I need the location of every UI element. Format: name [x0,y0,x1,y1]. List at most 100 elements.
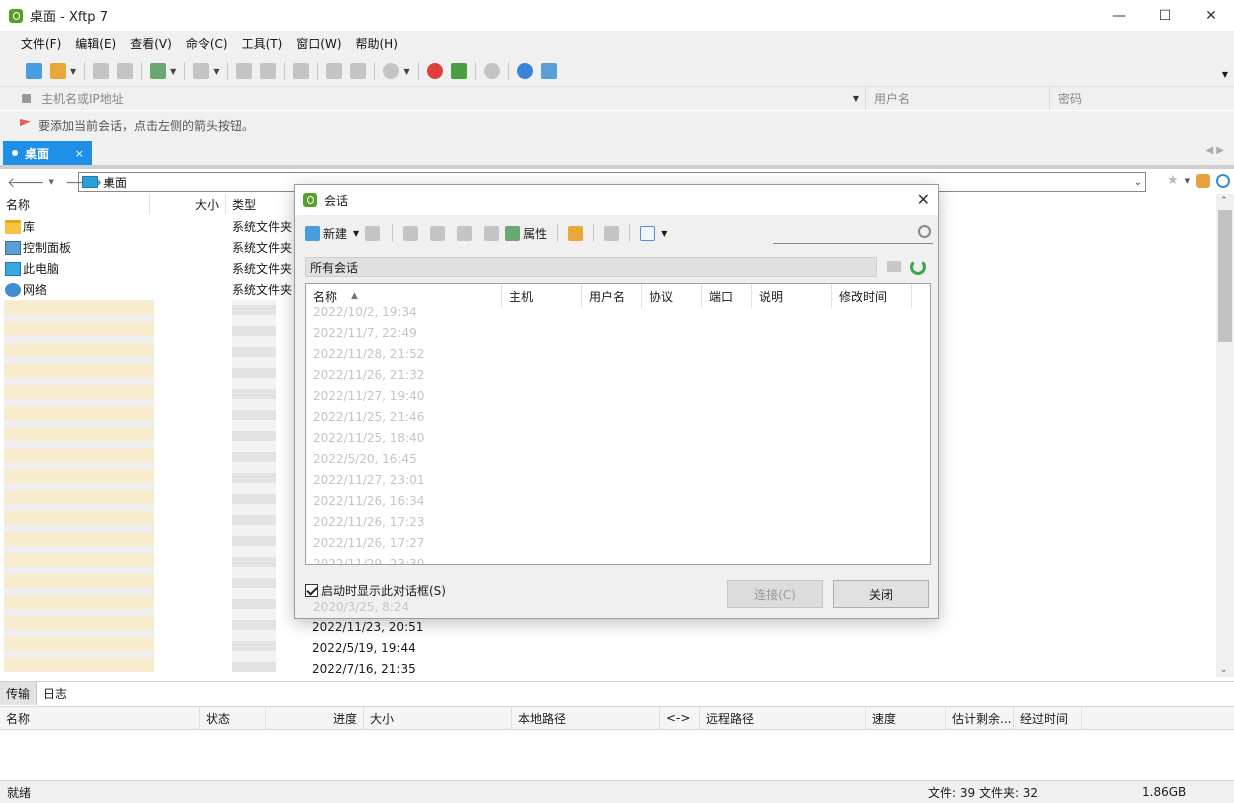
column-host[interactable]: 主机 [502,284,582,308]
chevron-down-icon[interactable]: ▼ [403,67,409,76]
delete-icon[interactable] [484,225,500,241]
column-eta[interactable]: 估计剩余... [946,706,1014,730]
column-modified[interactable]: 修改时间 [832,284,912,308]
xftp-icon[interactable] [450,63,467,79]
home-icon[interactable] [1196,173,1210,188]
connect-button[interactable]: 连接(C) [727,580,823,608]
session-row[interactable]: 2022/11/25, 18:40 [313,427,424,448]
chevron-down-icon[interactable]: ▼ [49,178,54,186]
sync-icon[interactable] [293,63,310,79]
tab-desktop[interactable]: 桌面 × [3,141,92,165]
menu-tools[interactable]: 工具(T) [235,35,290,52]
session-row[interactable]: 2022/11/26, 16:34 [313,490,424,511]
vertical-scrollbar[interactable]: ⌃ ⌄ [1216,194,1234,677]
connect-icon[interactable] [93,63,110,79]
open-folder-icon[interactable] [50,63,66,79]
password-input[interactable]: 密码 [1050,90,1082,107]
tab-log[interactable]: 日志 [37,682,73,705]
paste-icon[interactable] [350,63,367,79]
upload-icon[interactable] [236,63,253,79]
menu-edit[interactable]: 编辑(E) [68,35,123,52]
copy-icon[interactable] [430,225,446,241]
minimize-button[interactable]: — [1096,0,1142,31]
shortcut-icon[interactable] [604,225,620,241]
session-row[interactable]: 2022/11/25, 21:46 [313,406,424,427]
column-direction[interactable]: <-> [660,706,700,730]
column-elapsed[interactable]: 经过时间 [1014,706,1082,730]
column-speed[interactable]: 速度 [866,706,946,730]
column-port[interactable]: 端口 [702,284,752,308]
column-username[interactable]: 用户名 [582,284,642,308]
session-row[interactable]: 2022/11/26, 21:32 [313,364,424,385]
chevron-up-icon[interactable]: ⌃ [1220,196,1228,206]
column-local-path[interactable]: 本地路径 [512,706,660,730]
column-name[interactable]: 名称 [0,194,150,214]
menu-file[interactable]: 文件(F) [14,35,68,52]
scrollbar-thumb[interactable] [1218,210,1232,342]
chevron-down-icon[interactable]: ⌄ [1134,177,1142,188]
column-status[interactable]: 状态 [200,706,266,730]
disconnect-icon[interactable] [117,63,134,79]
chevron-down-icon[interactable]: ▼ [661,229,667,238]
column-description[interactable]: 说明 [752,284,832,308]
download-icon[interactable] [260,63,277,79]
username-input[interactable]: 用户名 [866,87,1050,110]
column-protocol[interactable]: 协议 [642,284,702,308]
column-name[interactable]: 名称 [0,706,200,730]
chevron-down-icon[interactable]: ▼ [213,67,219,76]
menu-command[interactable]: 命令(C) [179,35,235,52]
open-icon[interactable] [365,225,381,241]
chevron-down-icon[interactable]: ▼ [853,94,859,103]
chevron-down-icon[interactable]: ⌄ [1220,665,1228,675]
menu-help[interactable]: 帮助(H) [349,35,405,52]
back-arrow-icon[interactable]: 🡐 [7,174,45,191]
session-row[interactable]: 2022/11/27, 23:01 [313,469,424,490]
search-icon[interactable] [918,225,931,238]
tab-scroll-icon[interactable]: ◀ ▶ [1205,145,1224,156]
session-row[interactable]: 2022/5/20, 16:45 [313,448,417,469]
star-icon[interactable]: ★ [1167,173,1179,188]
view-icon[interactable] [640,225,656,241]
new-session-icon[interactable] [26,63,42,79]
help-icon[interactable] [516,63,533,79]
paste-icon[interactable] [457,225,473,241]
show-on-startup-checkbox[interactable]: 启动时显示此对话框(S) [305,582,446,599]
properties-button[interactable]: 属性 [505,225,547,242]
session-row[interactable]: 2022/11/28, 21:52 [313,343,424,364]
session-row[interactable]: 2022/11/7, 22:49 [313,322,417,343]
new-window-icon[interactable] [150,63,167,79]
column-progress[interactable]: 进度 [266,706,364,730]
chevron-down-icon[interactable]: ▼ [353,229,359,238]
column-size[interactable]: 大小 [150,194,226,214]
folder-icon[interactable] [887,261,901,272]
tab-close-icon[interactable]: × [75,147,84,160]
maximize-button[interactable]: ☐ [1142,0,1188,31]
session-row[interactable]: 2022/10/2, 19:34 [313,301,417,322]
chevron-down-icon[interactable]: ▼ [70,67,76,76]
session-row[interactable]: 2022/11/26, 17:27 [313,532,424,553]
add-session-flag-icon[interactable] [20,119,31,127]
chevron-down-icon[interactable]: ▼ [1222,70,1228,79]
close-icon[interactable]: ✕ [917,190,930,209]
column-size[interactable]: 大小 [364,706,512,730]
gear-icon[interactable] [483,63,500,79]
session-row[interactable]: 2022/11/26, 17:23 [313,511,424,532]
menu-window[interactable]: 窗口(W) [289,35,348,52]
new-session-button[interactable]: 新建 [305,225,347,242]
chat-icon[interactable] [540,63,557,79]
chevron-down-icon[interactable]: ▼ [1185,177,1190,185]
refresh-icon[interactable] [910,259,926,275]
session-search-input[interactable] [773,222,933,244]
column-remote-path[interactable]: 远程路径 [700,706,866,730]
close-window-button[interactable]: ✕ [1188,0,1234,31]
color-icon[interactable] [383,63,400,79]
tab-transfer[interactable]: 传输 [0,682,38,705]
xshell-icon[interactable] [426,63,443,79]
refresh-icon[interactable] [1216,173,1230,188]
new-folder-icon[interactable] [568,225,584,241]
cut-icon[interactable] [403,225,419,241]
checkbox-checked-icon[interactable] [305,584,318,597]
copy-icon[interactable] [326,63,343,79]
session-row[interactable]: 2022/11/29, 23:30 [313,553,424,565]
host-input[interactable]: 主机名或IP地址 ▼ [0,87,866,110]
